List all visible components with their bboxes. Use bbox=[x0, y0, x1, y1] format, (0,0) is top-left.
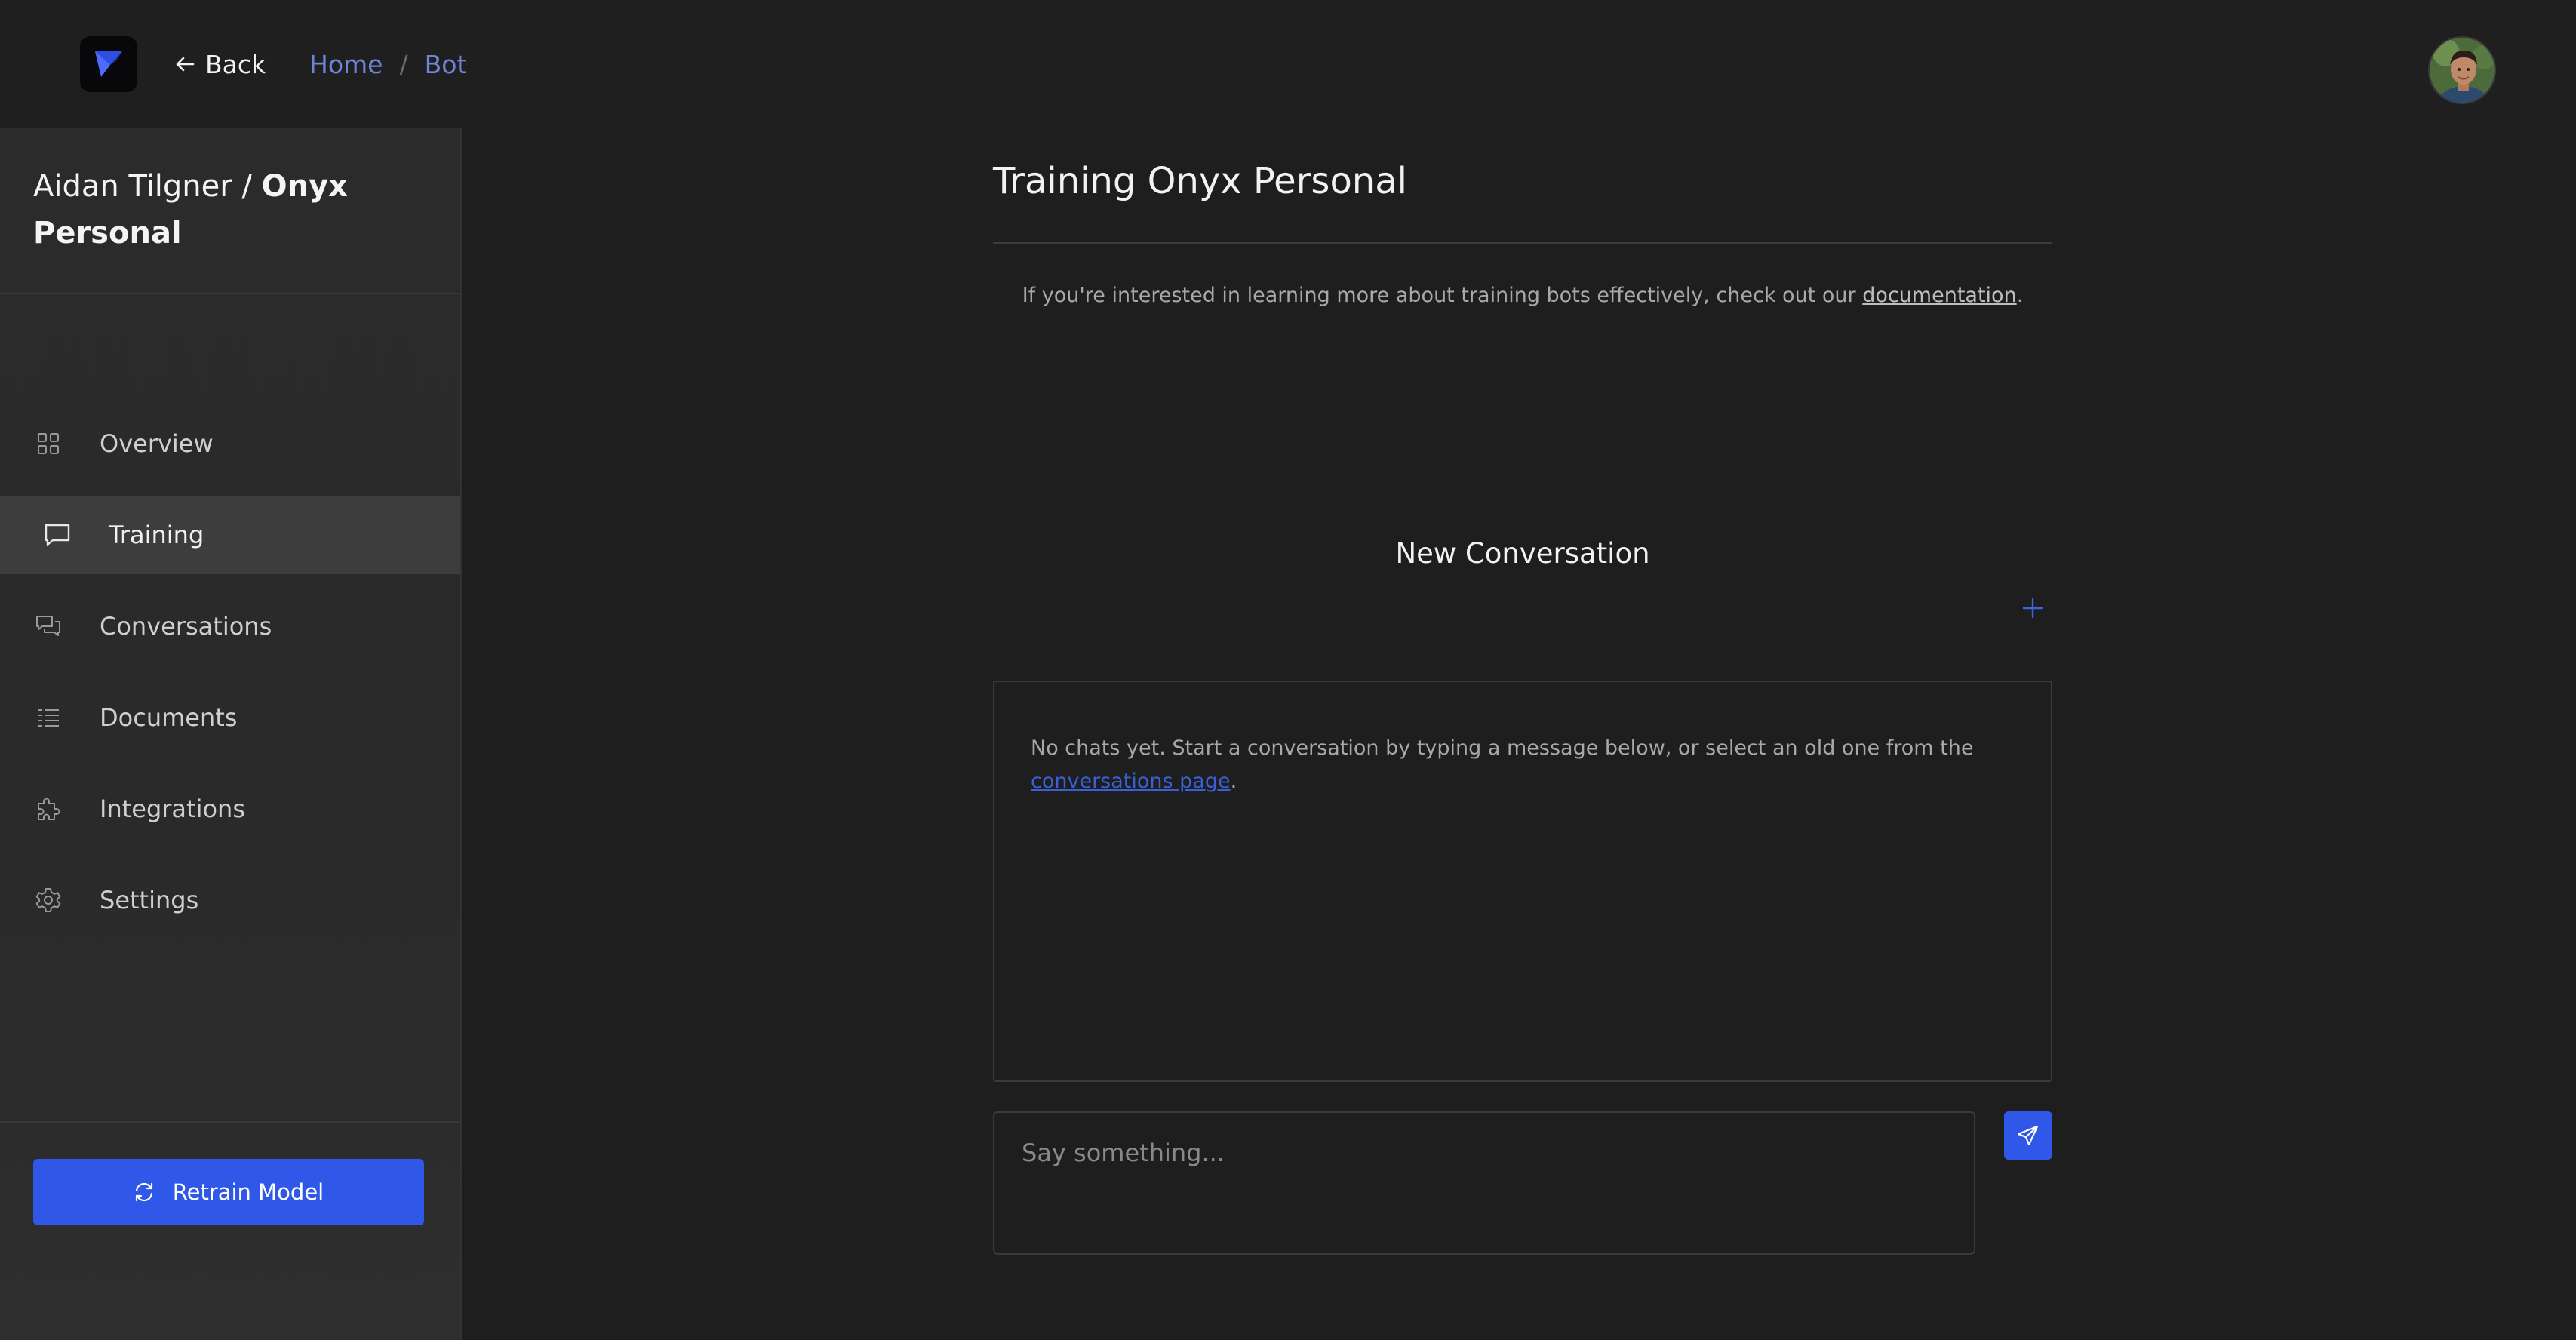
sidebar-item-training[interactable]: Training bbox=[0, 496, 460, 574]
brand-logo-icon[interactable] bbox=[80, 36, 137, 92]
sidebar-item-label: Overview bbox=[100, 429, 214, 458]
page-title: Training Onyx Personal bbox=[993, 160, 1407, 202]
send-icon bbox=[2017, 1125, 2039, 1146]
breadcrumb: Home / Bot bbox=[309, 47, 466, 81]
conversations-icon bbox=[33, 611, 63, 641]
breadcrumb-home[interactable]: Home bbox=[309, 50, 383, 79]
grid-icon bbox=[33, 429, 63, 459]
sidebar-item-label: Documents bbox=[100, 703, 238, 732]
plus-icon bbox=[2022, 598, 2043, 619]
info-text-suffix: . bbox=[2016, 284, 2024, 307]
sidebar-divider bbox=[0, 1121, 462, 1123]
retrain-model-button[interactable]: Retrain Model bbox=[33, 1159, 424, 1225]
project-title-separator: / bbox=[241, 169, 252, 204]
conversations-page-link[interactable]: conversations page bbox=[1031, 770, 1231, 793]
avatar[interactable] bbox=[2428, 36, 2496, 104]
sidebar-item-conversations[interactable]: Conversations bbox=[0, 587, 460, 665]
sidebar-item-settings[interactable]: Settings bbox=[0, 861, 460, 939]
new-conversation-button[interactable] bbox=[2019, 595, 2046, 622]
back-button[interactable]: Back bbox=[175, 47, 266, 81]
message-input[interactable] bbox=[993, 1111, 1975, 1255]
conversation-heading: New Conversation bbox=[1395, 537, 1650, 570]
refresh-icon bbox=[135, 1182, 152, 1202]
list-icon bbox=[33, 702, 63, 733]
empty-state-suffix: . bbox=[1230, 770, 1237, 793]
breadcrumb-bot[interactable]: Bot bbox=[425, 50, 467, 79]
puzzle-icon bbox=[33, 794, 63, 824]
retrain-label: Retrain Model bbox=[172, 1179, 324, 1205]
info-text: If you're interested in learning more ab… bbox=[993, 284, 2052, 307]
top-bar: Back Home / Bot bbox=[0, 0, 2576, 128]
chat-bubble-icon bbox=[42, 520, 72, 550]
sidebar-item-label: Integrations bbox=[100, 794, 245, 823]
sidebar-item-documents[interactable]: Documents bbox=[0, 678, 460, 757]
empty-state-text: No chats yet. Start a conversation by ty… bbox=[1031, 732, 2027, 798]
empty-state-body: No chats yet. Start a conversation by ty… bbox=[1031, 736, 1974, 760]
sidebar-divider bbox=[0, 293, 462, 294]
project-owner: Aidan Tilgner bbox=[33, 169, 232, 204]
documentation-link[interactable]: documentation bbox=[1862, 284, 2017, 307]
gear-icon bbox=[33, 885, 63, 915]
chat-history: No chats yet. Start a conversation by ty… bbox=[993, 681, 2052, 1082]
sidebar-item-label: Training bbox=[109, 521, 204, 549]
send-button[interactable] bbox=[2004, 1111, 2052, 1160]
sidebar-item-overview[interactable]: Overview bbox=[0, 404, 460, 483]
sidebar-item-label: Settings bbox=[100, 886, 199, 914]
info-text-body: If you're interested in learning more ab… bbox=[1022, 284, 1856, 307]
breadcrumb-separator: / bbox=[399, 49, 408, 79]
project-title: Aidan Tilgner / Onyx Personal bbox=[33, 163, 426, 257]
sidebar-item-label: Conversations bbox=[100, 612, 272, 641]
title-divider bbox=[993, 242, 2052, 244]
sidebar-item-integrations[interactable]: Integrations bbox=[0, 770, 460, 848]
sidebar: Aidan Tilgner / Onyx Personal Overview T… bbox=[0, 128, 462, 1340]
arrow-left-icon bbox=[176, 57, 195, 72]
back-label: Back bbox=[205, 49, 266, 79]
